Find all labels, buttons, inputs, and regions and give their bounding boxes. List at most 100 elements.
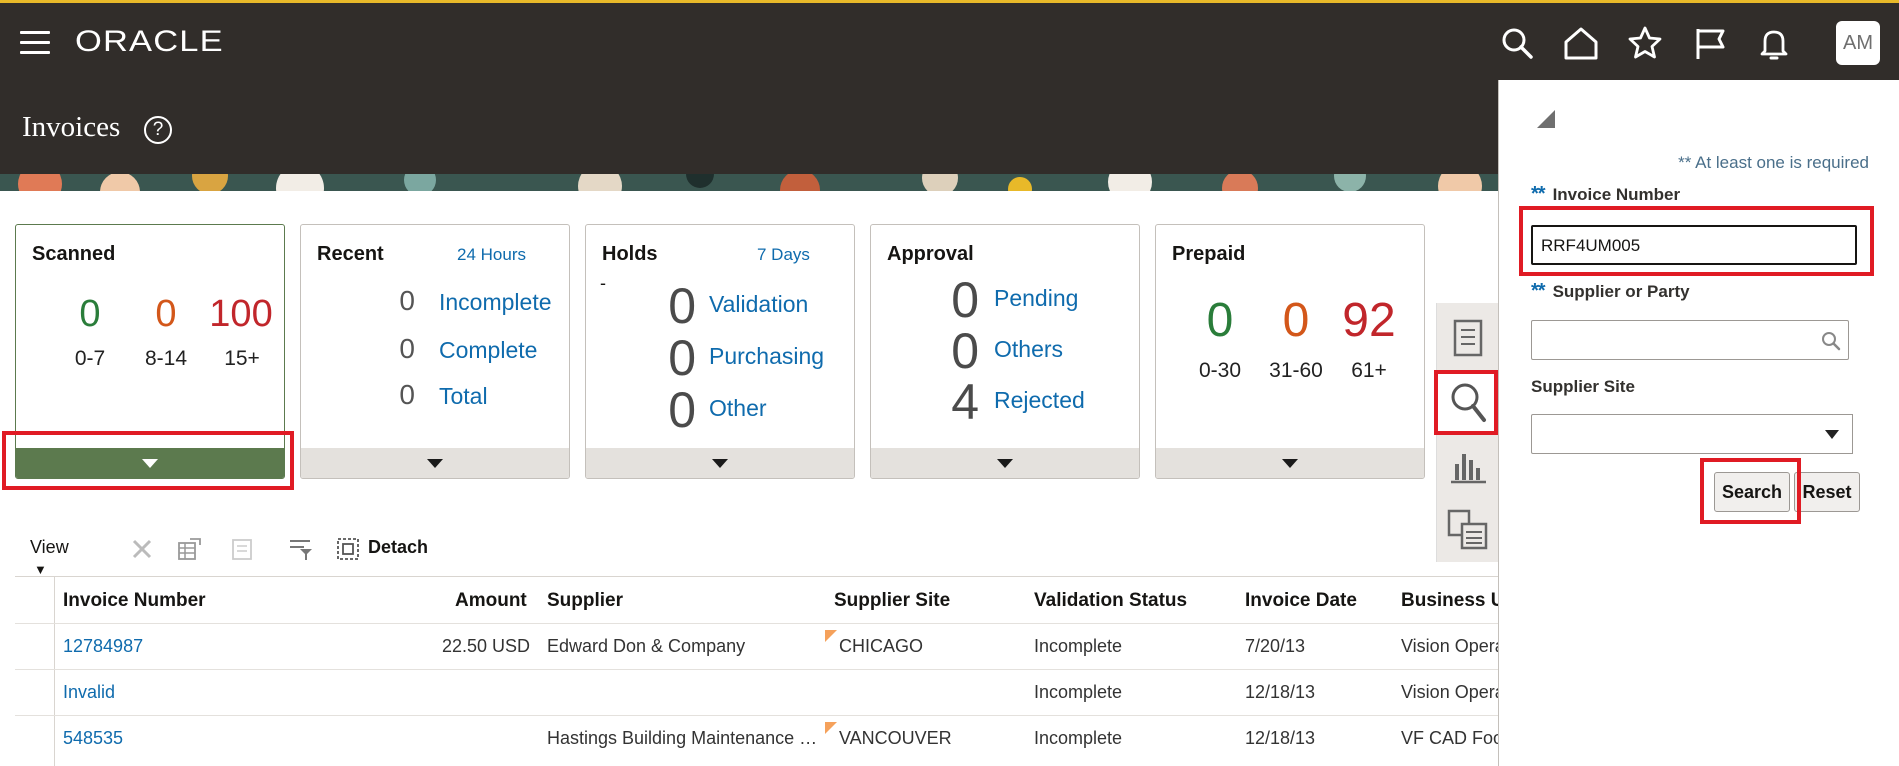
search-icon[interactable] (1821, 331, 1841, 351)
invoice-number-input[interactable]: RRF4UM005 (1531, 225, 1857, 265)
prepaid-value-0-30[interactable]: 0 (1190, 293, 1250, 348)
infolet-title: Approval (887, 243, 974, 265)
reset-button[interactable]: Reset (1794, 472, 1860, 512)
column-header[interactable]: Validation Status (1034, 590, 1187, 612)
recent-complete-count[interactable]: 0 (391, 333, 415, 365)
column-header[interactable]: Business Unit (1401, 590, 1498, 612)
tab-tasks[interactable] (1437, 307, 1499, 369)
edit-record-icon[interactable] (230, 537, 256, 561)
bar-chart-icon (1451, 454, 1486, 484)
view-menu-label: View (30, 537, 69, 557)
holds-dash: - (600, 273, 606, 293)
column-header[interactable]: Invoice Number (63, 590, 206, 612)
scanned-value-15-plus[interactable]: 100 (196, 293, 284, 336)
search-icon[interactable] (1497, 23, 1537, 63)
approval-rejected-count[interactable]: 4 (939, 373, 979, 431)
infolet-scanned[interactable]: Scanned 0 0 100 0-7 8-14 15+ (15, 224, 285, 479)
detach-icon (337, 538, 359, 560)
table-row[interactable]: Invalid Incomplete 12/18/13 Vision Opera… (15, 669, 1498, 715)
tab-reports[interactable] (1437, 499, 1499, 561)
invoice-number-label-text: Invoice Number (1552, 185, 1681, 204)
supplier-input[interactable] (1531, 320, 1849, 360)
infolet-holds[interactable]: Holds 7 Days - 0 Validation 0 Purchasing… (585, 224, 855, 479)
supplier-cell: Edward Don & Company (547, 636, 746, 656)
validation-status-cell: Incomplete (1034, 636, 1123, 656)
scanned-value-0-7[interactable]: 0 (60, 293, 120, 336)
approval-others-count[interactable]: 0 (939, 322, 979, 380)
invoices-table: Invoice Number Amount Supplier Supplier … (15, 576, 1498, 766)
holds-purchasing-count[interactable]: 0 (656, 329, 696, 387)
collapse-panel-icon[interactable] (1537, 110, 1555, 128)
amount-cell: 22.50 USD (441, 636, 530, 656)
infolet-prepaid[interactable]: Prepaid 0 0 92 0-30 31-60 61+ (1155, 224, 1425, 479)
search-button[interactable]: Search (1714, 472, 1790, 512)
user-avatar[interactable]: AM (1836, 21, 1880, 65)
decorative-banner (0, 174, 1520, 191)
infolet-period[interactable]: 24 Hours (457, 245, 526, 265)
infolet-recent[interactable]: Recent 24 Hours 0 Incomplete 0 Complete … (300, 224, 570, 479)
holds-validation-link[interactable]: Validation (709, 291, 808, 318)
table-row[interactable]: 548535 Hastings Building Maintenance … V… (15, 715, 1498, 761)
holds-purchasing-link[interactable]: Purchasing (709, 343, 824, 370)
prepaid-value-31-60[interactable]: 0 (1266, 293, 1326, 348)
infolet-expand-toggle[interactable] (586, 448, 854, 478)
tab-search[interactable] (1437, 371, 1499, 433)
export-icon[interactable] (176, 537, 202, 561)
column-header[interactable]: Amount (455, 590, 527, 612)
infolet-approval[interactable]: Approval 0 Pending 0 Others 4 Rejected (870, 224, 1140, 479)
filter-icon[interactable] (288, 537, 314, 561)
infolet-period[interactable]: 7 Days (757, 245, 810, 265)
watchlist-flag-icon[interactable] (1690, 23, 1730, 63)
column-header[interactable]: Supplier (547, 590, 623, 612)
view-menu[interactable]: View ▼ (30, 537, 69, 577)
approval-pending-link[interactable]: Pending (994, 285, 1078, 312)
home-icon[interactable] (1561, 23, 1601, 63)
business-unit-cell: Vision Operations (1401, 682, 1498, 702)
table-row[interactable]: 12784987 22.50 USD Edward Don & Company … (15, 623, 1498, 669)
oracle-logo[interactable]: ORACLE (75, 25, 224, 59)
infolet-expand-toggle[interactable] (301, 448, 569, 478)
favorites-star-icon[interactable] (1625, 23, 1665, 63)
recent-total-count[interactable]: 0 (391, 379, 415, 411)
recent-complete-link[interactable]: Complete (439, 337, 537, 364)
notifications-bell-icon[interactable] (1754, 23, 1794, 63)
prepaid-value-61-plus[interactable]: 92 (1324, 293, 1414, 348)
app-root: ORACLE AM Invoices ? Scanned 0 0 100 0-7… (0, 0, 1899, 766)
invoice-number-link[interactable]: 12784987 (63, 636, 143, 657)
supplier-label: ** Supplier or Party (1531, 280, 1690, 303)
navigator-menu-icon[interactable] (20, 31, 50, 57)
approval-rejected-link[interactable]: Rejected (994, 387, 1085, 414)
recent-total-link[interactable]: Total (439, 383, 488, 410)
flag-marker-icon (825, 722, 837, 734)
column-header[interactable]: Supplier Site (834, 590, 950, 612)
supplier-site-label: Supplier Site (1531, 377, 1635, 396)
supplier-site-dropdown-button[interactable] (1811, 414, 1853, 454)
document-list-icon (1453, 319, 1483, 357)
supplier-site-cell: CHICAGO (839, 636, 924, 656)
supplier-site-select[interactable] (1531, 414, 1817, 454)
holds-other-link[interactable]: Other (709, 395, 767, 422)
help-icon[interactable]: ? (144, 116, 172, 144)
detach-button[interactable]: Detach (368, 537, 428, 561)
recent-incomplete-count[interactable]: 0 (391, 285, 415, 317)
delete-icon[interactable] (130, 537, 154, 561)
infolet-expand-toggle[interactable] (16, 448, 284, 478)
approval-others-link[interactable]: Others (994, 336, 1063, 363)
column-header[interactable]: Invoice Date (1245, 590, 1357, 612)
invoice-number-link[interactable]: 548535 (63, 728, 123, 749)
holds-other-count[interactable]: 0 (656, 381, 696, 439)
approval-pending-count[interactable]: 0 (939, 271, 979, 329)
holds-validation-count[interactable]: 0 (656, 277, 696, 335)
chevron-down-icon: ▼ (34, 562, 47, 577)
aging-label: 8-14 (144, 347, 188, 370)
tab-analytics[interactable] (1437, 435, 1499, 497)
infolet-expand-toggle[interactable] (1156, 448, 1424, 478)
aging-label: 31-60 (1269, 359, 1323, 382)
scanned-value-8-14[interactable]: 0 (136, 293, 196, 336)
business-unit-cell: VF CAD Foods (1401, 728, 1498, 748)
recent-incomplete-link[interactable]: Incomplete (439, 289, 552, 316)
supplier-label-text: Supplier or Party (1552, 282, 1690, 301)
infolet-expand-toggle[interactable] (871, 448, 1139, 478)
required-marker: ** (1531, 280, 1546, 302)
invoice-number-link[interactable]: Invalid (63, 682, 115, 703)
